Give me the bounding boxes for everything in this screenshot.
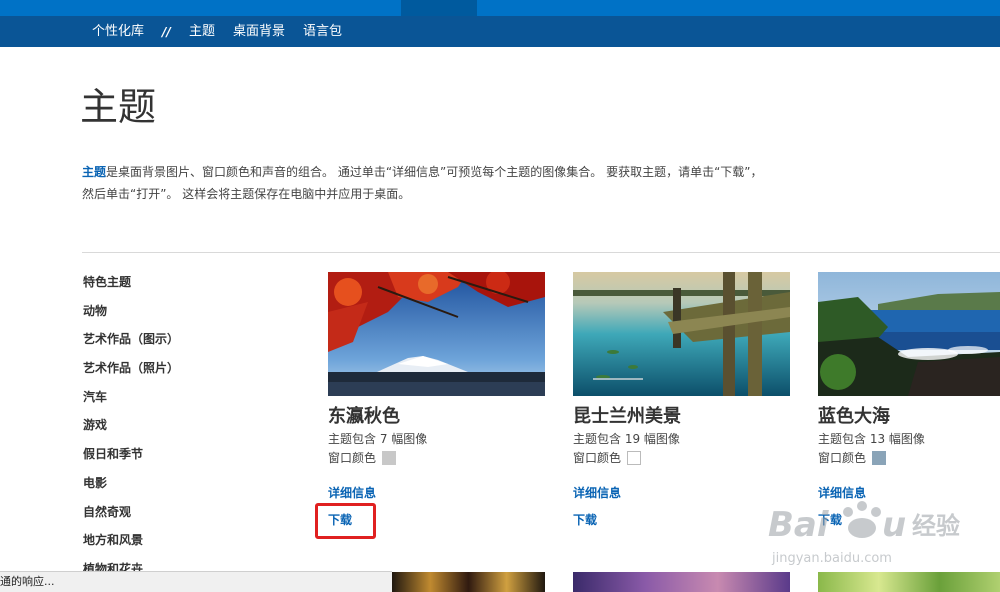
window-color-swatch [872, 451, 887, 465]
intro-text: 主题是桌面背景图片、窗口颜色和声音的组合。 通过单击“详细信息”可预览每个主题的… [82, 161, 802, 205]
theme-title: 东瀛秋色 [328, 406, 400, 427]
top-active-tab[interactable] [401, 0, 477, 16]
page-title: 主题 [80, 85, 157, 129]
details-link[interactable]: 详细信息 [328, 484, 546, 502]
theme-thumbnail[interactable] [573, 272, 790, 396]
theme-card: 昆士兰州美景 主题包含 19 幅图像 窗口颜色 详细信息 下载 [573, 272, 791, 529]
breadcrumb-nav: 个性化库 // 主题 桌面背景 语言包 [0, 16, 1000, 47]
details-link[interactable]: 详细信息 [573, 484, 791, 502]
nav-themes[interactable]: 主题 [189, 16, 215, 47]
sidebar-item-holidays[interactable]: 假日和季节 [83, 442, 283, 471]
nav-desktop-backgrounds[interactable]: 桌面背景 [233, 16, 285, 47]
intro-text-line1: 是桌面背景图片、窗口颜色和声音的组合。 通过单击“详细信息”可预览每个主题的图像… [106, 165, 763, 179]
window-color-swatch [382, 451, 397, 465]
window-color-label: 窗口颜色 [573, 451, 622, 465]
sidebar-item-art-illustrative[interactable]: 艺术作品（图示） [83, 327, 283, 356]
window-color-label: 窗口颜色 [328, 451, 377, 465]
theme-image-count: 主题包含 7 幅图像 [328, 432, 428, 446]
theme-thumbnail[interactable] [328, 272, 545, 396]
theme-thumbnail-partial[interactable] [818, 572, 1000, 592]
nav-personalization-gallery[interactable]: 个性化库 [92, 16, 144, 47]
window-color-row: 窗口颜色 [573, 448, 791, 468]
theme-image-count: 主题包含 19 幅图像 [573, 432, 680, 446]
theme-card: 东瀛秋色 主题包含 7 幅图像 窗口颜色 详细信息 下载 [328, 272, 546, 529]
window-color-row: 窗口颜色 [818, 448, 1000, 468]
theme-image-count: 主题包含 13 幅图像 [818, 432, 925, 446]
svg-text:Bai: Bai [768, 505, 830, 545]
nav-language-packs[interactable]: 语言包 [303, 16, 342, 47]
theme-thumbnail[interactable] [818, 272, 1000, 396]
svg-text:经验: 经验 [912, 512, 960, 540]
sidebar-item-automotive[interactable]: 汽车 [83, 385, 283, 414]
theme-thumbnail-partial[interactable] [392, 572, 545, 592]
sidebar-item-animals[interactable]: 动物 [83, 299, 283, 328]
intro-themes-link[interactable]: 主题 [82, 165, 106, 179]
sidebar-item-games[interactable]: 游戏 [83, 413, 283, 442]
sidebar-item-featured[interactable]: 特色主题 [83, 270, 283, 299]
top-accent-bar [0, 0, 1000, 16]
section-divider [82, 252, 1000, 253]
theme-thumbnail-partial[interactable] [573, 572, 790, 592]
window-color-label: 窗口颜色 [818, 451, 867, 465]
baidu-watermark: Bai u 经验 jingyan.baidu.com [766, 490, 1000, 572]
window-color-row: 窗口颜色 [328, 448, 546, 468]
sidebar-item-natural-wonders[interactable]: 自然奇观 [83, 500, 283, 529]
sidebar-item-movies[interactable]: 电影 [83, 471, 283, 500]
watermark-url: jingyan.baidu.com [771, 551, 892, 566]
theme-title: 昆士兰州美景 [573, 406, 681, 427]
download-highlight-box [315, 503, 376, 539]
download-link[interactable]: 下载 [573, 511, 791, 529]
category-sidebar: 特色主题 动物 艺术作品（图示） 艺术作品（照片） 汽车 游戏 假日和季节 电影… [83, 270, 283, 586]
window-color-swatch [627, 451, 642, 465]
svg-text:u: u [882, 505, 906, 545]
nav-separator: // [162, 25, 171, 39]
sidebar-item-places[interactable]: 地方和风景 [83, 528, 283, 557]
status-bar: 通的响应... [0, 571, 392, 592]
sidebar-item-art-photographic[interactable]: 艺术作品（照片） [83, 356, 283, 385]
intro-text-line2: 然后单击“打开”。 这样会将主题保存在电脑中并应用于桌面。 [82, 187, 411, 201]
theme-title: 蓝色大海 [818, 406, 890, 427]
